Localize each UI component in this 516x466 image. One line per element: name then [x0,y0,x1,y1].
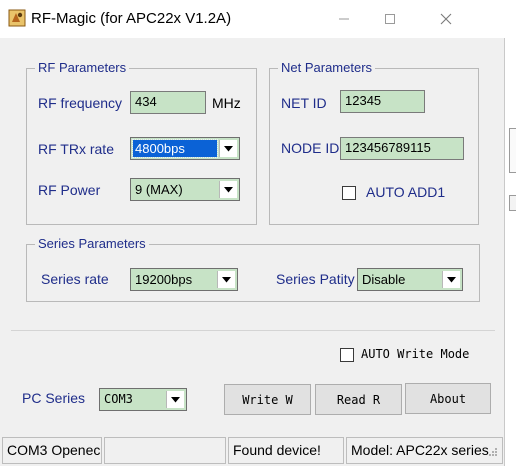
minimize-button[interactable] [321,0,367,38]
net-id-input[interactable]: 12345 [340,90,425,113]
series-rate-value: 19200bps [135,272,193,287]
panel-divider [11,330,495,331]
chevron-down-icon [171,396,180,402]
background-window-tab [509,128,516,173]
net-id-label: NET ID [281,95,327,111]
rf-frequency-label: RF frequency [38,95,123,111]
dropdown-arrow[interactable] [442,271,460,288]
auto-write-checkbox[interactable] [340,348,354,362]
pc-series-select[interactable]: COM3 [99,388,187,411]
background-window-edge [505,0,516,466]
maximize-button[interactable] [367,0,413,38]
title-bar[interactable]: RF-Magic (for APC22x V1.2A) [0,0,505,38]
rf-parameters-title: RF Parameters [35,60,130,75]
read-button[interactable]: Read R [315,384,402,415]
rf-power-label: RF Power [38,182,101,198]
series-rate-select[interactable]: 19200bps [130,268,238,291]
status-empty [104,437,226,464]
series-parity-value: Disable [362,272,406,287]
auto-add-label: AUTO ADD1 [366,184,446,200]
resize-grip-icon[interactable] [488,444,498,462]
pc-series-value: COM3 [104,392,133,406]
dropdown-arrow[interactable] [217,271,235,288]
series-parity-select[interactable]: Disable [357,268,463,291]
series-rate-label: Series rate [41,271,109,287]
auto-write-label: AUTO Write Mode [361,347,470,361]
rf-frequency-unit: MHz [212,95,241,111]
chevron-down-icon [224,186,233,192]
about-button[interactable]: About [405,383,491,414]
rf-trx-rate-label: RF TRx rate [38,141,114,157]
auto-add-checkbox[interactable] [342,186,356,200]
background-window-tab [509,195,516,211]
node-id-input[interactable]: 123456789115 [340,137,464,160]
write-button[interactable]: Write W [224,384,311,415]
maximize-icon [385,14,395,24]
close-button[interactable] [413,0,479,38]
close-icon [440,13,452,25]
chevron-down-icon [224,145,233,151]
app-window: RF-Magic (for APC22x V1.2A) RF Parameter… [0,0,505,466]
app-icon [8,9,26,32]
window-title: RF-Magic (for APC22x V1.2A) [31,10,232,27]
rf-power-select[interactable]: 9 (MAX) [130,178,240,201]
node-id-label: NODE ID [281,140,340,156]
status-connection: COM3 Openec [2,437,102,464]
chevron-down-icon [447,276,456,282]
dropdown-arrow[interactable] [219,140,237,157]
status-model: Model: APC22x series [346,437,503,464]
status-device: Found device! [228,437,344,464]
dropdown-arrow[interactable] [166,391,184,408]
rf-power-value: 9 (MAX) [135,182,183,197]
net-parameters-title: Net Parameters [278,60,376,75]
rf-trx-rate-select[interactable]: 4800bps [130,137,240,160]
rf-trx-rate-value: 4800bps [132,139,218,158]
series-parity-label: Series Patity [276,271,355,287]
series-parameters-title: Series Parameters [35,236,149,251]
pc-series-label: PC Series [22,390,86,406]
chevron-down-icon [222,276,231,282]
minimize-icon [339,18,349,20]
rf-frequency-input[interactable]: 434 [130,91,206,114]
dropdown-arrow[interactable] [219,181,237,198]
